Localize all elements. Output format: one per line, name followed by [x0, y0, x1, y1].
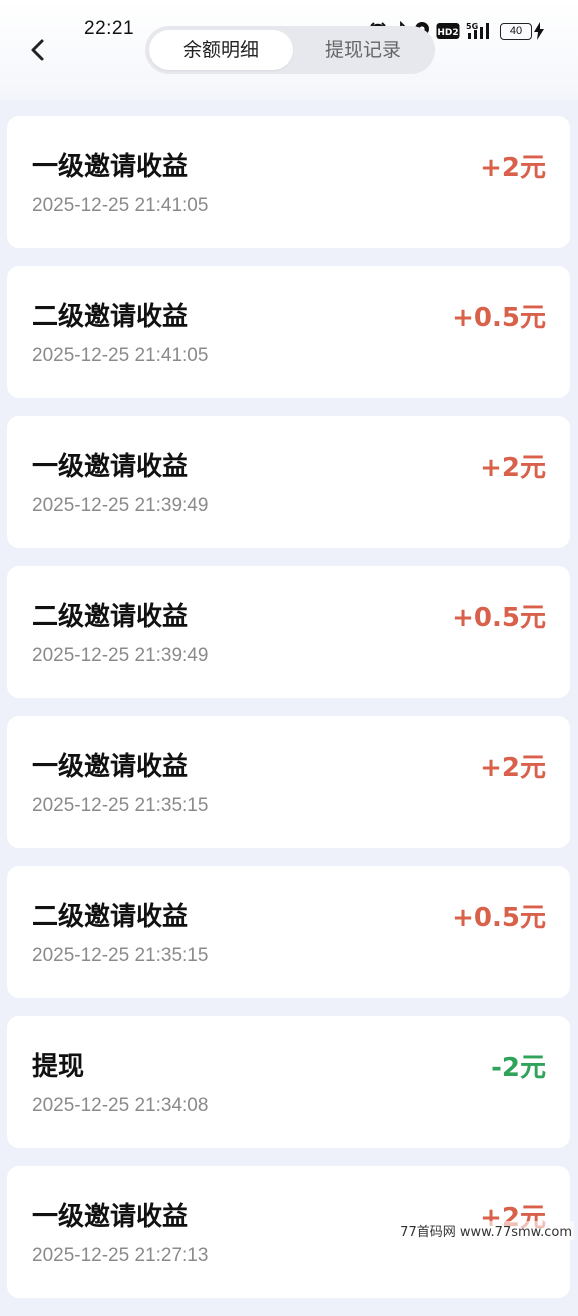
- record-time: 2025-12-25 21:35:15: [32, 945, 209, 966]
- svg-text:5G: 5G: [466, 22, 478, 31]
- record-card[interactable]: 一级邀请收益 2025-12-25 21:39:49 +2元: [7, 416, 570, 548]
- hd-icon: HD2: [436, 22, 460, 40]
- record-title: 二级邀请收益: [32, 302, 189, 332]
- record-title: 一级邀请收益: [32, 452, 189, 482]
- record-time: 2025-12-25 21:27:13: [32, 1245, 209, 1266]
- record-amount: +2元: [480, 753, 546, 783]
- charging-icon: [534, 22, 544, 40]
- back-button[interactable]: [22, 34, 54, 66]
- record-card[interactable]: 一级邀请收益 2025-12-25 21:41:05 +2元: [7, 116, 570, 248]
- record-amount: +2元: [480, 153, 546, 183]
- signal-icon: 5G: [466, 21, 494, 41]
- record-amount: +0.5元: [452, 303, 546, 333]
- record-title: 提现: [32, 1052, 85, 1082]
- record-time: 2025-12-25 21:39:49: [32, 645, 209, 666]
- battery-level: 40: [500, 22, 532, 40]
- tab-withdraw-records[interactable]: 提现记录: [295, 30, 431, 70]
- record-time: 2025-12-25 21:34:08: [32, 1095, 209, 1116]
- record-list: 一级邀请收益 2025-12-25 21:41:05 +2元 二级邀请收益 20…: [7, 116, 570, 1316]
- record-title: 一级邀请收益: [32, 152, 189, 182]
- record-amount: -2元: [491, 1053, 546, 1083]
- record-time: 2025-12-25 21:35:15: [32, 795, 209, 816]
- record-title: 二级邀请收益: [32, 602, 189, 632]
- record-time: 2025-12-25 21:41:05: [32, 345, 209, 366]
- svg-text:HD2: HD2: [437, 28, 458, 38]
- tab-switch: 余额明细 提现记录: [145, 26, 435, 74]
- top-bar: 22:21 HD2 5G 40 余额明细 提现记录: [0, 0, 578, 100]
- chevron-left-icon: [31, 39, 44, 61]
- tab-balance-detail[interactable]: 余额明细: [149, 30, 293, 70]
- record-card[interactable]: 一级邀请收益 2025-12-25 21:35:15 +2元: [7, 716, 570, 848]
- status-time: 22:21: [84, 18, 135, 39]
- record-amount: +0.5元: [452, 903, 546, 933]
- record-card[interactable]: 二级邀请收益 2025-12-25 21:41:05 +0.5元: [7, 266, 570, 398]
- record-amount: +2元: [480, 453, 546, 483]
- record-title: 一级邀请收益: [32, 752, 189, 782]
- record-card[interactable]: 提现 2025-12-25 21:34:08 -2元: [7, 1016, 570, 1148]
- record-title: 二级邀请收益: [32, 902, 189, 932]
- record-time: 2025-12-25 21:39:49: [32, 495, 209, 516]
- record-time: 2025-12-25 21:41:05: [32, 195, 209, 216]
- record-title: 一级邀请收益: [32, 1202, 189, 1232]
- battery-icon: 40: [500, 22, 544, 40]
- watermark: 77首码网 www.77smw.com: [398, 1221, 574, 1240]
- record-card[interactable]: 二级邀请收益 2025-12-25 21:35:15 +0.5元: [7, 866, 570, 998]
- record-card[interactable]: 二级邀请收益 2025-12-25 21:39:49 +0.5元: [7, 566, 570, 698]
- record-amount: +0.5元: [452, 603, 546, 633]
